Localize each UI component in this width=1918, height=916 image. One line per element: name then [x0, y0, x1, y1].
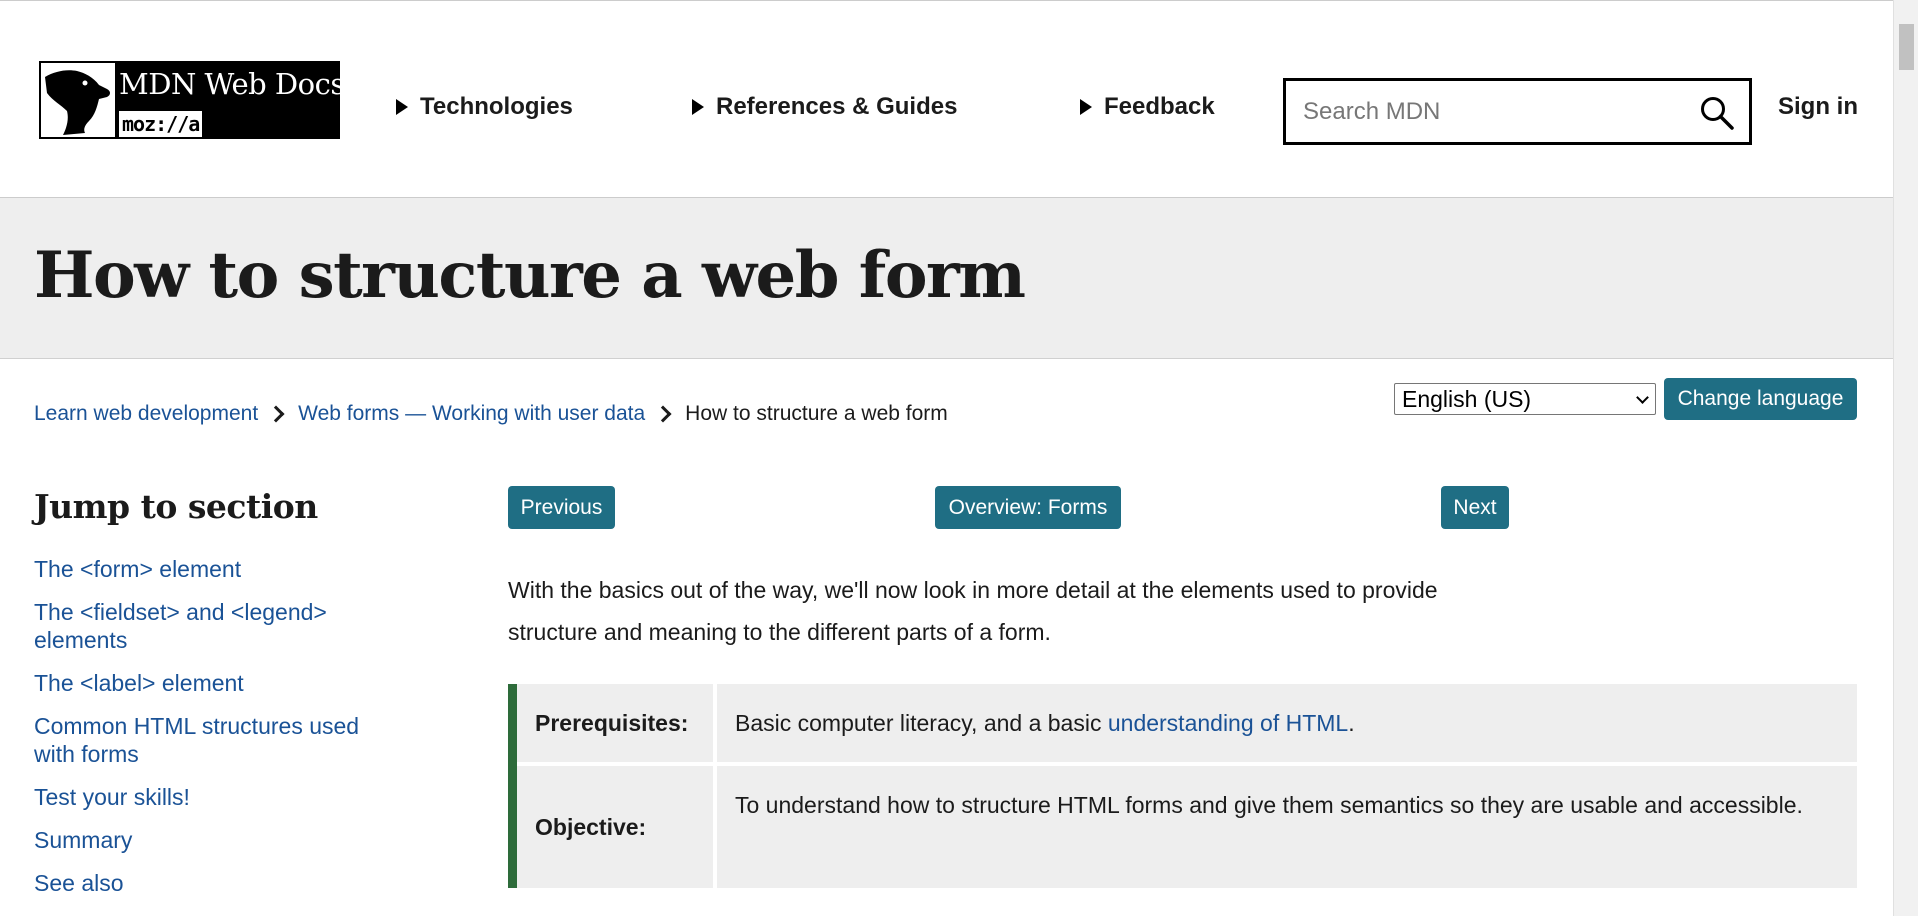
language-select[interactable]: English (US) [1394, 383, 1656, 415]
toc-item-form-element[interactable]: The <form> element [34, 555, 394, 583]
chevron-right-icon [654, 405, 672, 423]
prerequisites-text: Basic computer literacy, and a basic [735, 710, 1108, 736]
prerequisites-value: Basic computer literacy, and a basic und… [735, 702, 1835, 744]
logo-title: MDN Web Docs [119, 67, 345, 101]
understanding-html-link[interactable]: understanding of HTML [1108, 710, 1348, 736]
toc-item-see-also[interactable]: See also [34, 869, 394, 897]
intro-paragraph: With the basics out of the way, we'll no… [508, 577, 1438, 645]
breadcrumb: Learn web development Web forms — Workin… [34, 402, 948, 426]
column-divider [713, 766, 717, 888]
toc-item-summary[interactable]: Summary [34, 826, 394, 854]
nav-references-guides[interactable]: References & Guides [692, 93, 957, 121]
mozilla-wordmark-text: moz://a [122, 112, 200, 136]
dinosaur-icon [41, 63, 115, 137]
breadcrumb-current: How to structure a web form [685, 402, 948, 425]
page-title: How to structure a web form [34, 238, 1026, 313]
toc-item-label-element[interactable]: The <label> element [34, 669, 394, 697]
mdn-logo[interactable]: MDN Web Docs moz://a [39, 61, 345, 139]
triangle-right-icon [1080, 99, 1092, 115]
toc-item-test-skills[interactable]: Test your skills! [34, 783, 394, 811]
sign-in-link[interactable]: Sign in [1778, 93, 1858, 121]
search-box [1283, 78, 1752, 145]
mozilla-wordmark: moz://a [119, 111, 202, 137]
jump-to-section-title: Jump to section [34, 487, 318, 526]
search-input[interactable] [1303, 95, 1683, 129]
nav-technologies-label: Technologies [420, 93, 573, 120]
prerequisites-period: . [1348, 710, 1355, 736]
search-icon[interactable] [1699, 95, 1735, 131]
prerequisites-row: Prerequisites: Basic computer literacy, … [517, 684, 1857, 762]
overview-forms-button[interactable]: Overview: Forms [935, 486, 1121, 529]
nav-feedback-label: Feedback [1104, 93, 1215, 120]
page-scrollbar[interactable] [1893, 0, 1918, 916]
next-button[interactable]: Next [1441, 486, 1509, 529]
scrollbar-thumb[interactable] [1899, 24, 1914, 70]
objective-row: Objective: To understand how to structur… [517, 766, 1857, 888]
title-band: How to structure a web form [0, 198, 1893, 359]
learning-box: Prerequisites: Basic computer literacy, … [508, 684, 1857, 888]
language-select-value: English (US) [1402, 385, 1532, 412]
triangle-right-icon [692, 99, 704, 115]
section-nav: The <form> element The <fieldset> and <l… [34, 555, 394, 912]
toc-item-fieldset-legend[interactable]: The <fieldset> and <legend> elements [34, 598, 394, 654]
previous-button[interactable]: Previous [508, 486, 615, 529]
nav-technologies[interactable]: Technologies [396, 93, 573, 121]
breadcrumb-link-web-forms[interactable]: Web forms — Working with user data [298, 402, 645, 426]
change-language-button[interactable]: Change language [1664, 378, 1857, 420]
objective-value: To understand how to structure HTML form… [735, 792, 1803, 818]
breadcrumb-link-learn[interactable]: Learn web development [34, 402, 258, 426]
chevron-down-icon [1636, 391, 1649, 404]
column-divider [713, 684, 717, 762]
nav-feedback[interactable]: Feedback [1080, 93, 1215, 121]
nav-references-guides-label: References & Guides [716, 93, 958, 120]
chevron-right-icon [267, 405, 285, 423]
toc-item-common-structures[interactable]: Common HTML structures used with forms [34, 712, 394, 768]
site-header: MDN Web Docs moz://a Technologies Refere… [0, 0, 1893, 198]
triangle-right-icon [396, 99, 408, 115]
prerequisites-label: Prerequisites: [535, 709, 689, 736]
objective-label: Objective: [535, 813, 647, 840]
